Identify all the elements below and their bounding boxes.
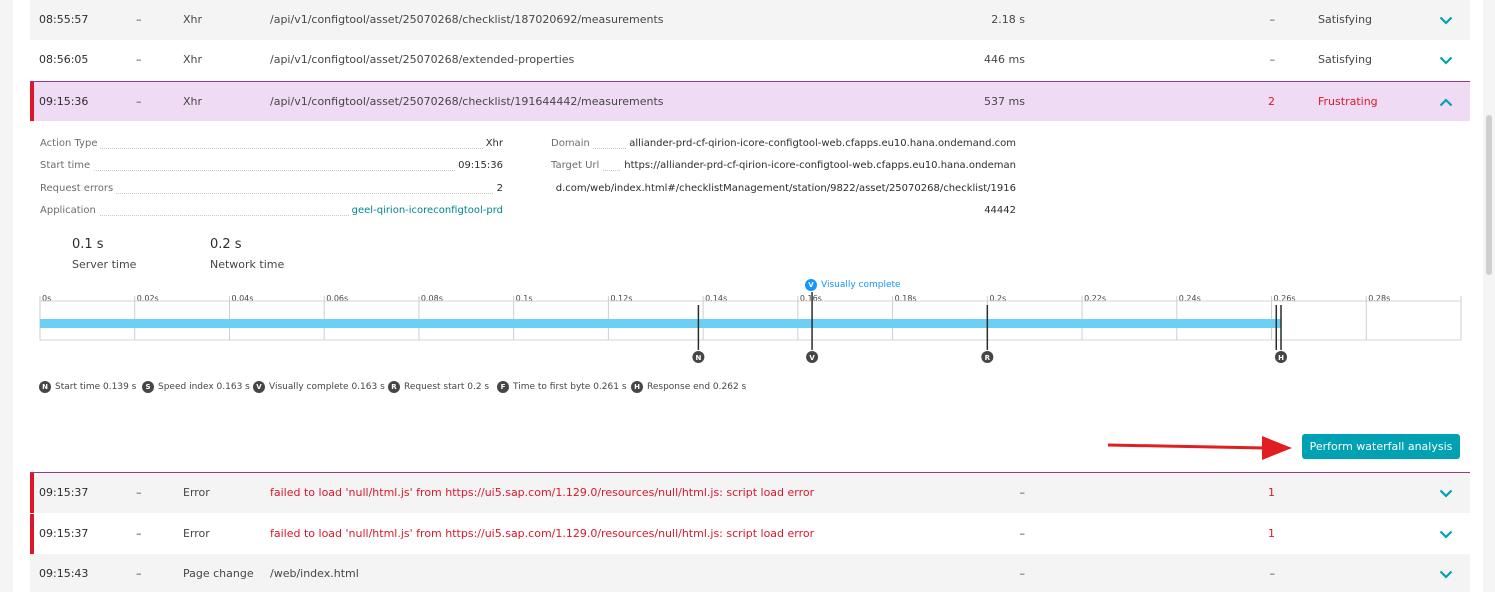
legend-badge-icon: H: [631, 380, 643, 393]
legend-badge-icon: N: [39, 380, 51, 393]
row-time: 09:15:37: [39, 527, 89, 540]
row-action-name: failed to load 'null/html.js' from https…: [270, 527, 815, 540]
marker-letter: H: [1278, 354, 1284, 362]
annotation-arrow: [1107, 436, 1292, 460]
row-errors: –: [1269, 567, 1276, 580]
row-duration: –: [1019, 486, 1026, 499]
row-action-name: /web/index.html: [270, 567, 359, 580]
row-dash: –: [136, 527, 142, 540]
row-type: Page change: [183, 567, 254, 580]
row-dash: –: [136, 486, 142, 499]
chevron-down-icon[interactable]: [1435, 473, 1457, 513]
legend-item: V Visually complete 0.163 s: [253, 380, 385, 394]
chevron-down-icon[interactable]: [1435, 554, 1457, 592]
marker-letter: N: [695, 354, 701, 362]
row-action-name: failed to load 'null/html.js' from https…: [270, 486, 815, 499]
row-errors: 1: [1268, 486, 1275, 499]
legend-text: Time to first byte 0.261 s: [513, 382, 627, 392]
legend-badge-icon: R: [388, 380, 400, 393]
legend-item: S Speed index 0.163 s: [142, 380, 250, 394]
perform-waterfall-analysis-button[interactable]: Perform waterfall analysis: [1302, 434, 1460, 459]
legend-badge-icon: S: [142, 380, 154, 393]
legend-badge-icon: F: [497, 380, 509, 393]
marker-letter: R: [985, 354, 991, 362]
legend-item: H Response end 0.262 s: [631, 380, 746, 394]
row-type: Error: [183, 486, 210, 499]
row-type: Error: [183, 527, 210, 540]
timeline-duration-bar: [40, 319, 1282, 328]
user-actions-page: 08:55:57 – Xhr /api/v1/configtool/asset/…: [0, 0, 1495, 592]
chevron-down-icon[interactable]: [1435, 514, 1457, 554]
legend-item: R Request start 0.2 s: [388, 380, 489, 394]
legend-item: F Time to first byte 0.261 s: [497, 380, 627, 394]
row-time: 09:15:37: [39, 486, 89, 499]
legend-text: Request start 0.2 s: [404, 382, 490, 392]
row-duration: –: [1019, 567, 1026, 580]
row-errors: 1: [1268, 527, 1275, 540]
table-row[interactable]: 09:15:43 – Page change /web/index.html –…: [30, 554, 1470, 592]
legend-text: Response end 0.262 s: [647, 382, 747, 392]
table-row[interactable]: 09:15:37 – Error failed to load 'null/ht…: [30, 514, 1470, 554]
row-duration: –: [1019, 527, 1026, 540]
legend-text: Start time 0.139 s: [55, 382, 137, 392]
row-dash: –: [136, 567, 142, 580]
legend-text: Speed index 0.163 s: [158, 382, 250, 392]
legend-badge-icon: V: [253, 380, 265, 393]
marker-letter: V: [809, 354, 815, 362]
table-row[interactable]: 09:15:37 – Error failed to load 'null/ht…: [30, 473, 1470, 513]
row-time: 09:15:43: [39, 567, 89, 580]
legend-text: Visually complete 0.163 s: [269, 382, 385, 392]
legend-item: N Start time 0.139 s: [39, 380, 136, 394]
